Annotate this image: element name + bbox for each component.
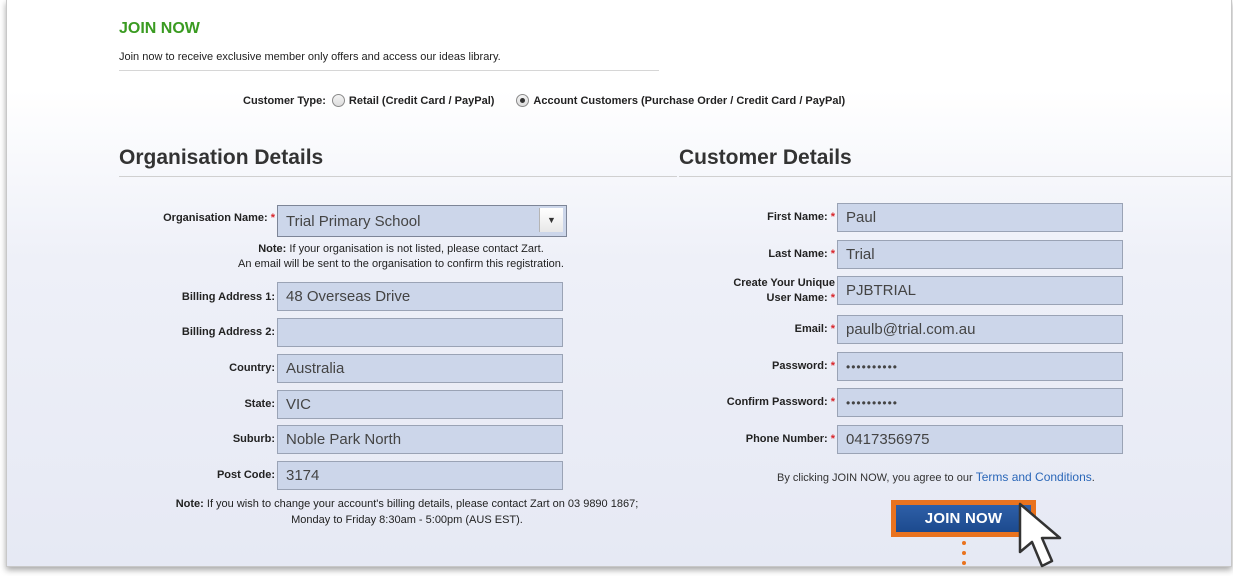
confirm-password-input[interactable]: •••••••••• — [837, 388, 1123, 417]
last-name-input[interactable]: Trial — [837, 240, 1123, 269]
organisation-divider — [119, 176, 677, 177]
post-code-input[interactable]: 3174 — [277, 461, 563, 490]
email-input[interactable]: paulb@trial.com.au — [837, 315, 1123, 344]
join-now-button[interactable]: JOIN NOW — [896, 505, 1031, 532]
first-name-input[interactable]: Paul — [837, 203, 1123, 232]
customer-divider — [679, 176, 1231, 177]
billing-note: Note: If you wish to change your account… — [175, 498, 639, 510]
state-label: State: — [244, 398, 275, 410]
intro-text: Join now to receive exclusive member onl… — [119, 51, 501, 63]
organisation-name-label: Organisation Name: * — [163, 212, 275, 224]
phone-number-input[interactable]: 0417356975 — [837, 425, 1123, 454]
country-label: Country: — [229, 362, 275, 374]
suburb-input[interactable]: Noble Park North — [277, 425, 563, 454]
username-input[interactable]: PJBTRIAL — [837, 276, 1123, 305]
password-input[interactable]: •••••••••• — [837, 352, 1123, 381]
organisation-name-select[interactable]: Trial Primary School ▼ — [277, 205, 567, 237]
billing-address-1-label: Billing Address 1: — [181, 291, 275, 303]
username-label: Create Your Unique User Name: * — [733, 277, 835, 304]
first-name-label: First Name: * — [767, 211, 835, 223]
last-name-label: Last Name: * — [768, 248, 835, 260]
organisation-note: Note: If your organisation is not listed… — [258, 243, 544, 255]
country-input[interactable]: Australia — [277, 354, 563, 383]
customer-section-title: Customer Details — [679, 146, 852, 169]
terms-text: By clicking JOIN NOW, you agree to our T… — [777, 470, 1095, 484]
email-label: Email: * — [794, 323, 835, 335]
radio-account-label[interactable]: Account Customers (Purchase Order / Cred… — [533, 95, 845, 107]
radio-account[interactable] — [516, 94, 530, 107]
billing-address-1-input[interactable]: 48 Overseas Drive — [277, 282, 563, 311]
radio-retail-label[interactable]: Retail (Credit Card / PayPal) — [349, 95, 495, 107]
organisation-section-title: Organisation Details — [119, 146, 324, 169]
customer-type-group: Customer Type: Retail (Credit Card / Pay… — [243, 94, 845, 107]
pointer-cursor-icon — [1018, 502, 1062, 568]
callout-dots — [962, 541, 968, 565]
password-label: Password: * — [772, 360, 835, 372]
terms-link[interactable]: Terms and Conditions — [976, 470, 1092, 484]
billing-address-2-label: Billing Address 2: — [181, 326, 275, 338]
chevron-down-icon[interactable]: ▼ — [539, 208, 563, 232]
organisation-note-line2: An email will be sent to the organisatio… — [238, 258, 564, 270]
organisation-name-value: Trial Primary School — [286, 212, 421, 230]
intro-divider — [119, 70, 659, 71]
post-code-label: Post Code: — [216, 469, 275, 481]
suburb-label: Suburb: — [232, 433, 275, 445]
billing-note-line2: Monday to Friday 8:30am - 5:00pm (AUS ES… — [291, 514, 523, 526]
page-title: JOIN NOW — [119, 20, 200, 37]
confirm-password-label: Confirm Password: * — [726, 396, 835, 408]
billing-address-2-input[interactable] — [277, 318, 563, 347]
radio-retail[interactable] — [331, 94, 345, 107]
state-input[interactable]: VIC — [277, 390, 563, 419]
phone-number-label: Phone Number: * — [745, 433, 835, 445]
join-panel: JOIN NOW Join now to receive exclusive m… — [6, 0, 1232, 567]
customer-type-label: Customer Type: — [243, 94, 326, 107]
